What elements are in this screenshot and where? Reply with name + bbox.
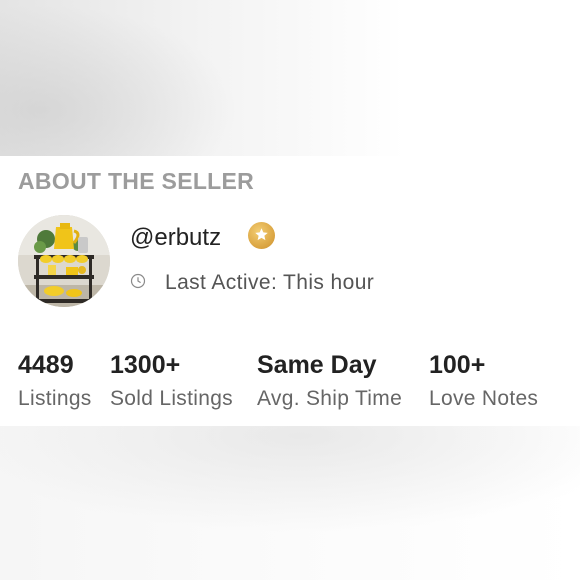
stat-label: Avg. Ship Time xyxy=(257,387,403,410)
clock-icon xyxy=(130,273,146,289)
stat-label: Listings xyxy=(18,387,92,410)
stat-love-notes[interactable]: 100+ Love Notes xyxy=(429,348,538,414)
background-top xyxy=(0,0,580,156)
stat-label: Love Notes xyxy=(429,387,539,410)
stat-avg-ship-time[interactable]: Same Day Avg. Ship Time xyxy=(257,348,402,414)
stat-value: 4489 xyxy=(18,351,74,379)
stat-value: Same Day xyxy=(257,351,377,379)
avatar-photo xyxy=(18,215,110,307)
stat-listings[interactable]: 4489 Listings xyxy=(18,348,92,414)
seller-username[interactable]: @erbutz xyxy=(130,224,221,252)
last-active-status: Last Active: This hour xyxy=(165,271,375,294)
stat-value: 100+ xyxy=(429,351,486,379)
star-badge-icon xyxy=(248,222,275,249)
background-bottom xyxy=(0,426,580,580)
section-title: ABOUT THE SELLER xyxy=(18,168,255,194)
seller-stats: 4489 Listings 1300+ Sold Listings Same D… xyxy=(18,348,578,418)
about-seller-card: ABOUT THE SELLER @erbutz Last Active: Th… xyxy=(0,156,580,426)
stat-value: 1300+ xyxy=(110,351,181,379)
stat-sold-listings[interactable]: 1300+ Sold Listings xyxy=(110,348,233,414)
seller-screenshot: ABOUT THE SELLER @erbutz Last Active: Th… xyxy=(0,0,580,580)
stat-label: Sold Listings xyxy=(110,387,233,410)
seller-avatar[interactable] xyxy=(18,215,110,307)
